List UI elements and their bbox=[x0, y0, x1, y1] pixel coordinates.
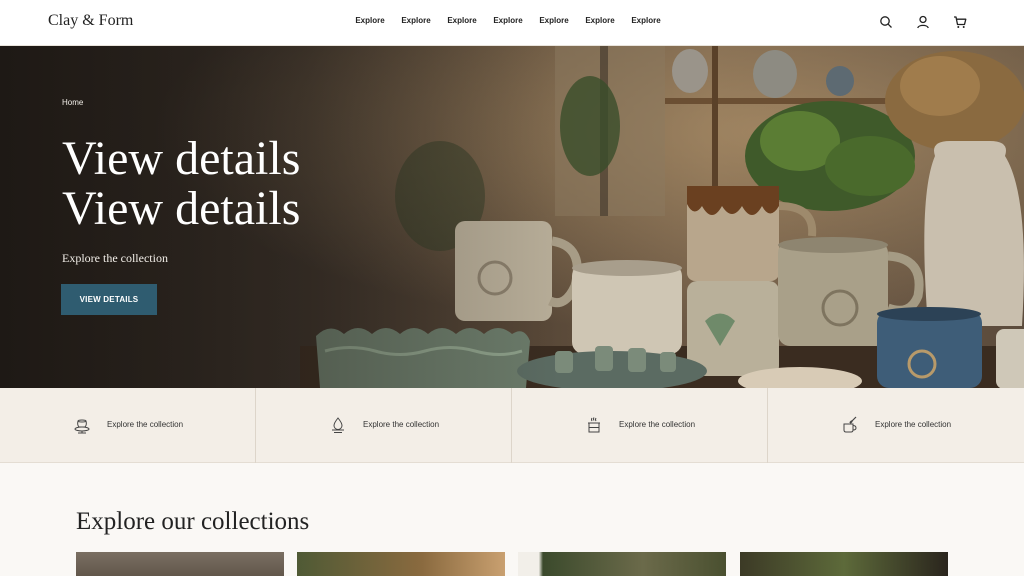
cart-icon[interactable] bbox=[952, 14, 968, 30]
pottery-wheel-icon bbox=[72, 415, 92, 435]
nav-item[interactable]: Explore bbox=[347, 16, 393, 25]
breadcrumb[interactable]: Home bbox=[62, 98, 83, 107]
logo[interactable]: Clay & Form bbox=[48, 12, 133, 30]
nav-item[interactable]: Explore bbox=[439, 16, 485, 25]
search-icon[interactable] bbox=[878, 14, 894, 30]
glaze-drop-icon bbox=[328, 415, 348, 435]
cup-brush-icon bbox=[840, 415, 860, 435]
main-nav: Explore Explore Explore Explore Explore … bbox=[347, 16, 669, 25]
hero-title: View details View details bbox=[62, 134, 300, 234]
account-icon[interactable] bbox=[915, 14, 931, 30]
nav-item[interactable]: Explore bbox=[531, 16, 577, 25]
features-strip: Explore the collection Explore the colle… bbox=[0, 388, 1024, 463]
collection-card[interactable] bbox=[297, 552, 505, 576]
collection-card[interactable] bbox=[740, 552, 948, 576]
hero-title-line: View details bbox=[62, 132, 301, 185]
kiln-icon bbox=[584, 415, 604, 435]
feature-label: Explore the collection bbox=[363, 420, 440, 429]
feature-label: Explore the collection bbox=[107, 420, 184, 429]
collection-card[interactable] bbox=[76, 552, 284, 576]
collections-title: Explore our collections bbox=[76, 508, 310, 535]
feature-item[interactable]: Explore the collection bbox=[512, 388, 768, 463]
nav-item[interactable]: Explore bbox=[577, 16, 623, 25]
nav-item[interactable]: Explore bbox=[485, 16, 531, 25]
view-details-button[interactable]: VIEW DETAILS bbox=[61, 284, 157, 315]
hero-subtitle: Explore the collection bbox=[62, 251, 168, 265]
site-header: Clay & Form Explore Explore Explore Expl… bbox=[0, 0, 1024, 46]
hero-banner: Home View details View details Explore t… bbox=[0, 46, 1024, 388]
feature-item[interactable]: Explore the collection bbox=[768, 388, 1024, 463]
collection-card[interactable] bbox=[518, 552, 726, 576]
feature-item[interactable]: Explore the collection bbox=[0, 388, 256, 463]
nav-item[interactable]: Explore bbox=[623, 16, 669, 25]
feature-label: Explore the collection bbox=[875, 420, 952, 429]
feature-label: Explore the collection bbox=[619, 420, 696, 429]
feature-item[interactable]: Explore the collection bbox=[256, 388, 512, 463]
hero-title-line: View details bbox=[62, 182, 301, 235]
nav-item[interactable]: Explore bbox=[393, 16, 439, 25]
